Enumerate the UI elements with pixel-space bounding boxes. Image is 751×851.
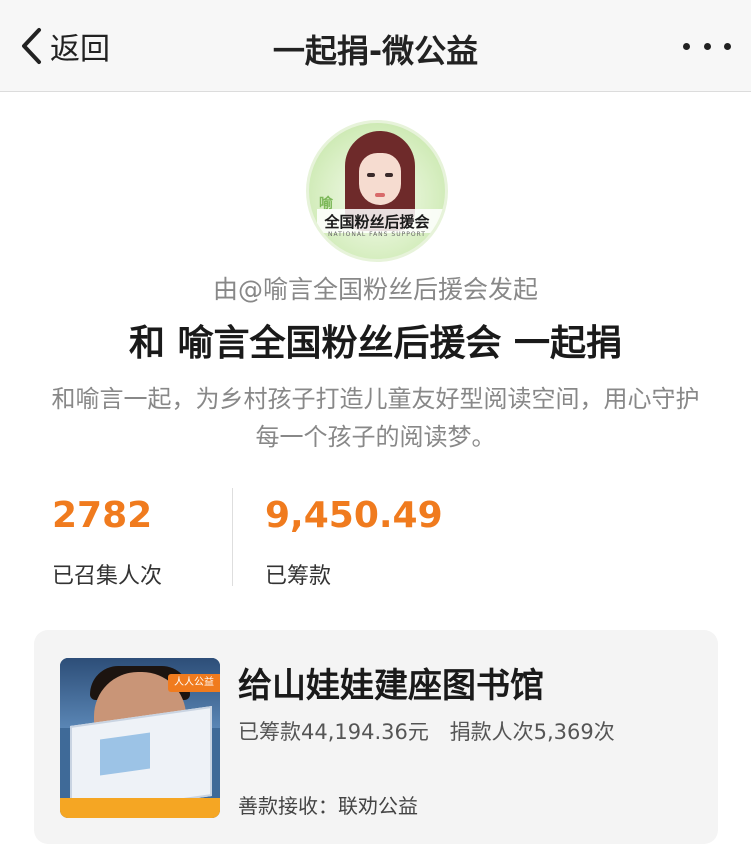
campaign-image: 人人公益	[60, 658, 220, 818]
dot	[703, 42, 711, 50]
raised-value: 9,450.49	[265, 495, 443, 536]
campaign-stats: 已筹款44,194.36元 捐款人次5,369次	[238, 716, 615, 746]
campaign-donors: 捐款人次5,369次	[449, 720, 615, 744]
participants-value: 2782	[52, 495, 153, 536]
avatar-lips	[375, 193, 385, 197]
avatar-eye-left	[367, 173, 375, 177]
avatar-face	[359, 153, 401, 205]
image-ribbon	[60, 798, 220, 818]
dot	[683, 42, 690, 50]
campaign-card[interactable]: 人人公益 给山娃娃建座图书馆 已筹款44,194.36元 捐款人次5,369次 …	[34, 630, 718, 844]
initiator-text: 由@喻言全国粉丝后援会发起	[212, 275, 538, 304]
back-label: 返回	[50, 32, 110, 67]
fan-club-avatar[interactable]: 喻 全国粉丝后援会 NATIONAL FANS SUPPORT	[306, 120, 448, 262]
back-button[interactable]: 返回	[20, 24, 110, 68]
campaign-raised: 已筹款44,194.36元	[238, 720, 429, 744]
page-title: 一起捐-微公益	[272, 32, 479, 70]
image-badge: 人人公益	[168, 674, 220, 692]
project-description: 和喻言一起，为乡村孩子打造儿童友好型阅读空间，用心守护每一个孩子的阅读梦。	[51, 385, 700, 451]
top-navbar: 返回 一起捐-微公益	[0, 0, 751, 92]
stats-divider	[232, 488, 233, 586]
campaign-title: 给山娃娃建座图书馆	[238, 666, 544, 706]
dot	[724, 42, 731, 50]
participants-label: 已召集人次	[52, 564, 163, 589]
chevron-left-icon	[22, 28, 41, 64]
campaign-recipient: 善款接收：联劝公益	[238, 794, 418, 818]
participants-stat: 2782 已召集人次	[52, 494, 162, 590]
avatar-sub-text: NATIONAL FANS SUPPORT	[328, 231, 426, 238]
raised-label: 已筹款	[265, 564, 332, 589]
image-book-illustration	[100, 732, 150, 776]
raised-stat: 9,450.49 已筹款	[265, 494, 443, 590]
avatar-eye-right	[385, 173, 393, 177]
more-dots-icon[interactable]	[683, 34, 731, 58]
avatar-banner-text: 全国粉丝后援会	[324, 213, 430, 231]
project-headline: 和 喻言全国粉丝后援会 一起捐	[128, 323, 623, 364]
